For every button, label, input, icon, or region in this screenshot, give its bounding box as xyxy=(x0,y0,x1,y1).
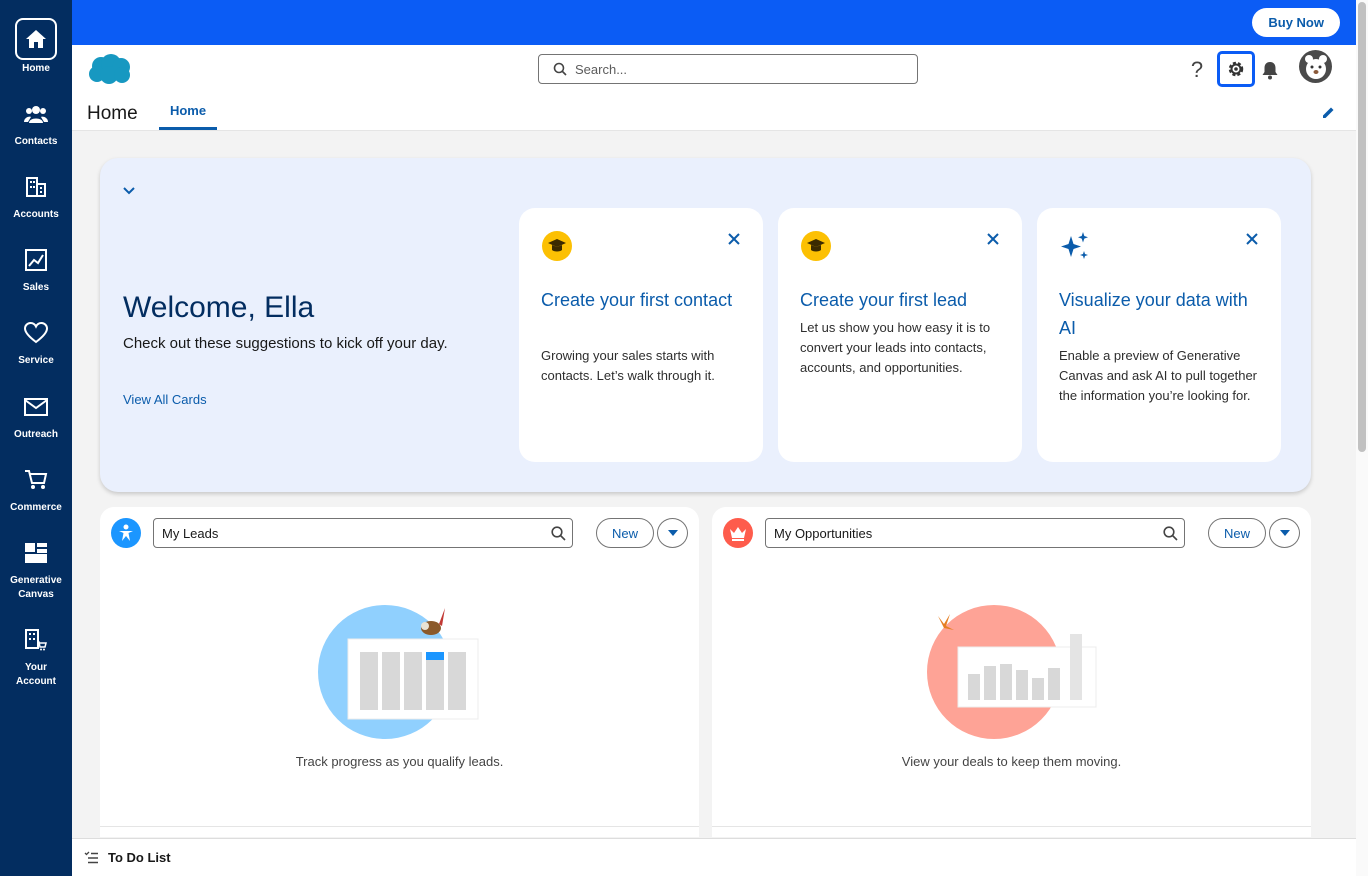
suggestion-card-lead[interactable]: Create your first lead Let us show you h… xyxy=(778,208,1022,462)
left-navigation: Home Contacts Accounts Sales Service Out… xyxy=(0,0,72,876)
nav-item-generative-canvas[interactable]: Generative Canvas xyxy=(0,540,72,602)
global-search-input[interactable]: Search... xyxy=(538,54,918,84)
building-cart-icon xyxy=(23,627,49,653)
help-icon[interactable]: ? xyxy=(1186,57,1208,82)
bear-avatar-icon xyxy=(1304,54,1327,79)
avatar[interactable] xyxy=(1299,50,1332,83)
setup-button[interactable] xyxy=(1217,51,1255,87)
list-view-name: My Opportunities xyxy=(774,525,873,541)
nav-item-label: Generative Canvas xyxy=(10,575,62,600)
card-body: Let us show you how easy it is to conver… xyxy=(800,320,991,375)
nav-item-sales[interactable]: Sales xyxy=(0,247,72,295)
chevron-down-icon[interactable] xyxy=(122,184,136,198)
buy-now-button[interactable]: Buy Now xyxy=(1252,8,1340,37)
nav-item-label: Accounts xyxy=(13,209,59,220)
my-leads-panel: My Leads New Track progress as you quali… xyxy=(100,507,699,837)
dashboard-icon xyxy=(23,540,49,566)
graduation-cap-icon xyxy=(800,230,832,262)
nav-item-label: Sales xyxy=(22,282,50,293)
bell-icon[interactable] xyxy=(1259,59,1281,81)
list-view-search-input[interactable]: My Leads xyxy=(153,518,573,548)
crown-icon xyxy=(723,518,753,548)
cart-icon xyxy=(23,467,49,493)
empty-state-caption: Track progress as you qualify leads. xyxy=(295,754,504,769)
nav-item-label: Home xyxy=(22,63,50,74)
nav-item-outreach[interactable]: Outreach xyxy=(0,394,72,442)
empty-state-caption: View your deals to keep them moving. xyxy=(901,754,1122,769)
scrollbar-thumb[interactable] xyxy=(1358,2,1366,452)
nav-item-accounts[interactable]: Accounts xyxy=(0,174,72,222)
close-icon[interactable] xyxy=(727,232,741,246)
global-header: Search... ? Home Home xyxy=(72,45,1356,131)
heart-icon xyxy=(23,320,49,346)
list-icon xyxy=(84,851,98,863)
todo-list-utility[interactable]: To Do List xyxy=(72,838,1356,876)
card-body: Growing your sales starts with contacts.… xyxy=(541,348,715,383)
lead-actions-dropdown[interactable] xyxy=(657,518,688,548)
page-title: Home xyxy=(87,103,138,124)
close-icon[interactable] xyxy=(986,232,1000,246)
card-title[interactable]: Create your first lead xyxy=(800,286,1000,314)
nav-item-label: Contacts xyxy=(14,136,58,147)
list-view-name: My Leads xyxy=(162,525,219,541)
welcome-subtitle: Check out these suggestions to kick off … xyxy=(123,335,448,352)
contacts-icon xyxy=(23,101,49,127)
card-title[interactable]: Create your first contact xyxy=(541,286,741,314)
nav-item-label: Outreach xyxy=(14,429,58,440)
new-lead-button[interactable]: New xyxy=(596,518,654,548)
new-opportunity-button[interactable]: New xyxy=(1208,518,1266,548)
close-icon[interactable] xyxy=(1245,232,1259,246)
view-all-cards-link[interactable]: View All Cards xyxy=(123,392,207,407)
lead-badge-icon xyxy=(111,518,141,548)
suggestion-card-ai[interactable]: Visualize your data with AI Enable a pre… xyxy=(1037,208,1281,462)
tab-home[interactable]: Home xyxy=(159,103,217,130)
my-opportunities-panel: My Opportunities New View your deals to … xyxy=(712,507,1311,837)
pencil-icon[interactable] xyxy=(1320,105,1336,121)
leads-empty-illustration xyxy=(310,602,490,742)
nav-item-commerce[interactable]: Commerce xyxy=(0,467,72,515)
todo-list-label: To Do List xyxy=(108,850,171,865)
promo-bar: Buy Now xyxy=(72,0,1356,45)
opportunity-actions-dropdown[interactable] xyxy=(1269,518,1300,548)
nav-item-label: Service xyxy=(18,355,54,366)
caret-down-icon xyxy=(667,530,678,536)
home-icon xyxy=(15,18,57,60)
salesforce-logo-icon[interactable] xyxy=(87,53,133,85)
chart-icon xyxy=(23,247,49,273)
nav-item-label: Commerce xyxy=(10,502,62,513)
nav-item-your-account[interactable]: Your Account xyxy=(0,627,72,689)
nav-item-contacts[interactable]: Contacts xyxy=(0,101,72,149)
list-view-search-input[interactable]: My Opportunities xyxy=(765,518,1185,548)
opportunities-empty-illustration xyxy=(926,602,1106,742)
sparkle-icon xyxy=(1059,230,1091,262)
divider xyxy=(712,826,1311,827)
suggestion-card-contact[interactable]: Create your first contact Growing your s… xyxy=(519,208,763,462)
card-body: Enable a preview of Generative Canvas an… xyxy=(1059,348,1258,403)
gear-icon xyxy=(1228,61,1244,77)
search-icon xyxy=(1163,526,1178,541)
envelope-icon xyxy=(23,394,49,420)
graduation-cap-icon xyxy=(541,230,573,262)
welcome-title: Welcome, Ella xyxy=(123,291,315,324)
building-icon xyxy=(23,174,49,200)
welcome-panel: Welcome, Ella Check out these suggestion… xyxy=(100,158,1311,492)
nav-item-home[interactable]: Home xyxy=(0,18,72,76)
card-title[interactable]: Visualize your data with AI xyxy=(1059,286,1259,342)
search-icon xyxy=(553,62,567,76)
nav-item-label: Your Account xyxy=(16,662,56,687)
search-icon xyxy=(551,526,566,541)
search-placeholder: Search... xyxy=(575,61,628,77)
divider xyxy=(100,826,699,827)
nav-item-service[interactable]: Service xyxy=(0,320,72,368)
caret-down-icon xyxy=(1279,530,1290,536)
